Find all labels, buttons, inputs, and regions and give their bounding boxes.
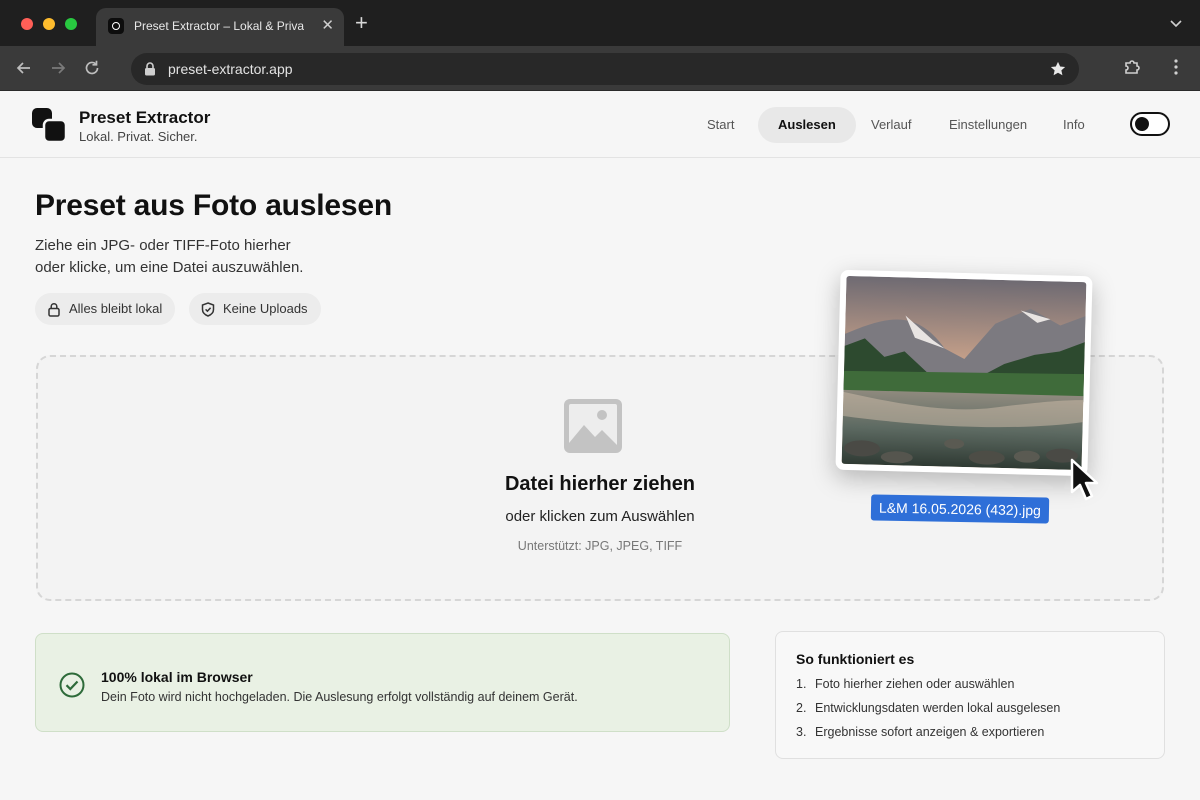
tab-search-chevron-icon[interactable] [1168, 15, 1184, 36]
toggle-knob [1135, 117, 1149, 131]
chip-alles-bleibt-lokal: Alles bleibt lokal [35, 293, 176, 325]
dropzone-title: Datei hierher ziehen [504, 473, 696, 495]
forward-arrow-icon[interactable] [48, 58, 68, 78]
browser-tab-bar: Preset Extractor – Lokal & Privat ✕ + [0, 0, 1200, 46]
how-step: 3. Ergebnisse sofort anzeigen & exportier… [796, 725, 1044, 739]
lock-icon[interactable] [144, 62, 156, 81]
step-number: 2. [796, 701, 807, 715]
mouse-cursor-icon [1068, 458, 1102, 507]
how-it-works-card: So funktioniert es 1. Foto hierher ziehen… [775, 631, 1165, 759]
maximize-window-button[interactable] [65, 18, 77, 30]
app-logo-icon[interactable] [32, 108, 68, 144]
dragged-photo-thumbnail[interactable] [835, 269, 1093, 477]
minimize-window-button[interactable] [43, 18, 55, 30]
local-processing-notice: 100% lokal im Browser Dein Foto wird nic… [35, 633, 730, 732]
step-text: Foto hierher ziehen oder auswählen [815, 677, 1015, 691]
nav-info[interactable]: Info [1043, 107, 1105, 143]
how-step: 1. Foto hierher ziehen oder auswählen [796, 677, 1014, 691]
browser-toolbar: preset-extractor.app [0, 46, 1200, 91]
step-text: Entwicklungsdaten werden lokal ausgelese… [815, 701, 1061, 715]
page-title: Preset aus Foto auslesen [35, 189, 393, 222]
close-window-button[interactable] [21, 18, 33, 30]
subtitle-line-2: oder klicke, um eine Datei auszuwählen. [35, 259, 304, 276]
tab-title: Preset Extractor – Lokal & Privat [134, 19, 304, 33]
bookmark-star-icon[interactable] [1049, 60, 1067, 83]
brand-name[interactable]: Preset Extractor [79, 108, 210, 128]
step-text: Ergebnisse sofort anzeigen & exportieren [815, 725, 1045, 739]
browser-tab-active[interactable]: Preset Extractor – Lokal & Privat ✕ [96, 8, 344, 46]
favicon-icon [108, 18, 124, 34]
back-arrow-icon[interactable] [14, 58, 34, 78]
dark-mode-toggle[interactable] [1130, 112, 1170, 136]
dragged-file-name: L&M 16.05.2026 (432).jpg [870, 494, 1050, 524]
new-tab-button[interactable]: + [355, 12, 368, 34]
chip-label: Alles bleibt lokal [69, 301, 163, 316]
url-text: preset-extractor.app [168, 61, 293, 77]
page-subtitle: Ziehe ein JPG- oder TIFF-Foto hierher od… [35, 235, 365, 279]
nav-einstellungen[interactable]: Einstellungen [929, 107, 1047, 143]
image-icon [562, 397, 624, 460]
subtitle-line-1: Ziehe ein JPG- oder TIFF-Foto hierher [35, 237, 291, 254]
lock-icon [48, 303, 60, 317]
how-step: 2. Entwicklungsdaten werden lokal ausgele… [796, 701, 1060, 715]
step-number: 3. [796, 725, 807, 739]
chip-label: Keine Uploads [223, 301, 308, 316]
extensions-puzzle-icon[interactable] [1122, 57, 1142, 82]
brand-tagline: Lokal. Privat. Sicher. [79, 129, 198, 144]
address-bar[interactable]: preset-extractor.app [131, 53, 1079, 85]
nav-start[interactable]: Start [687, 107, 754, 143]
how-it-works-title: So funktioniert es [796, 651, 915, 667]
notice-text: Dein Foto wird nicht hochgeladen. Die Au… [101, 690, 578, 704]
browser-menu-icon[interactable] [1166, 57, 1186, 82]
check-circle-icon [59, 672, 85, 703]
reload-icon[interactable] [82, 58, 102, 78]
notice-title: 100% lokal im Browser [101, 669, 253, 685]
shield-icon [201, 302, 215, 317]
tab-close-icon[interactable]: ✕ [321, 17, 334, 35]
chip-keine-uploads: Keine Uploads [189, 293, 321, 325]
nav-verlauf[interactable]: Verlauf [851, 107, 931, 143]
mountain-lake-photo [841, 275, 1087, 471]
app-header: Preset Extractor Lokal. Privat. Sicher. … [0, 91, 1200, 158]
step-number: 1. [796, 677, 807, 691]
nav-auslesen[interactable]: Auslesen [758, 107, 856, 143]
dropzone-supported-formats: Unterstützt: JPG, JPEG, TIFF [517, 539, 683, 553]
